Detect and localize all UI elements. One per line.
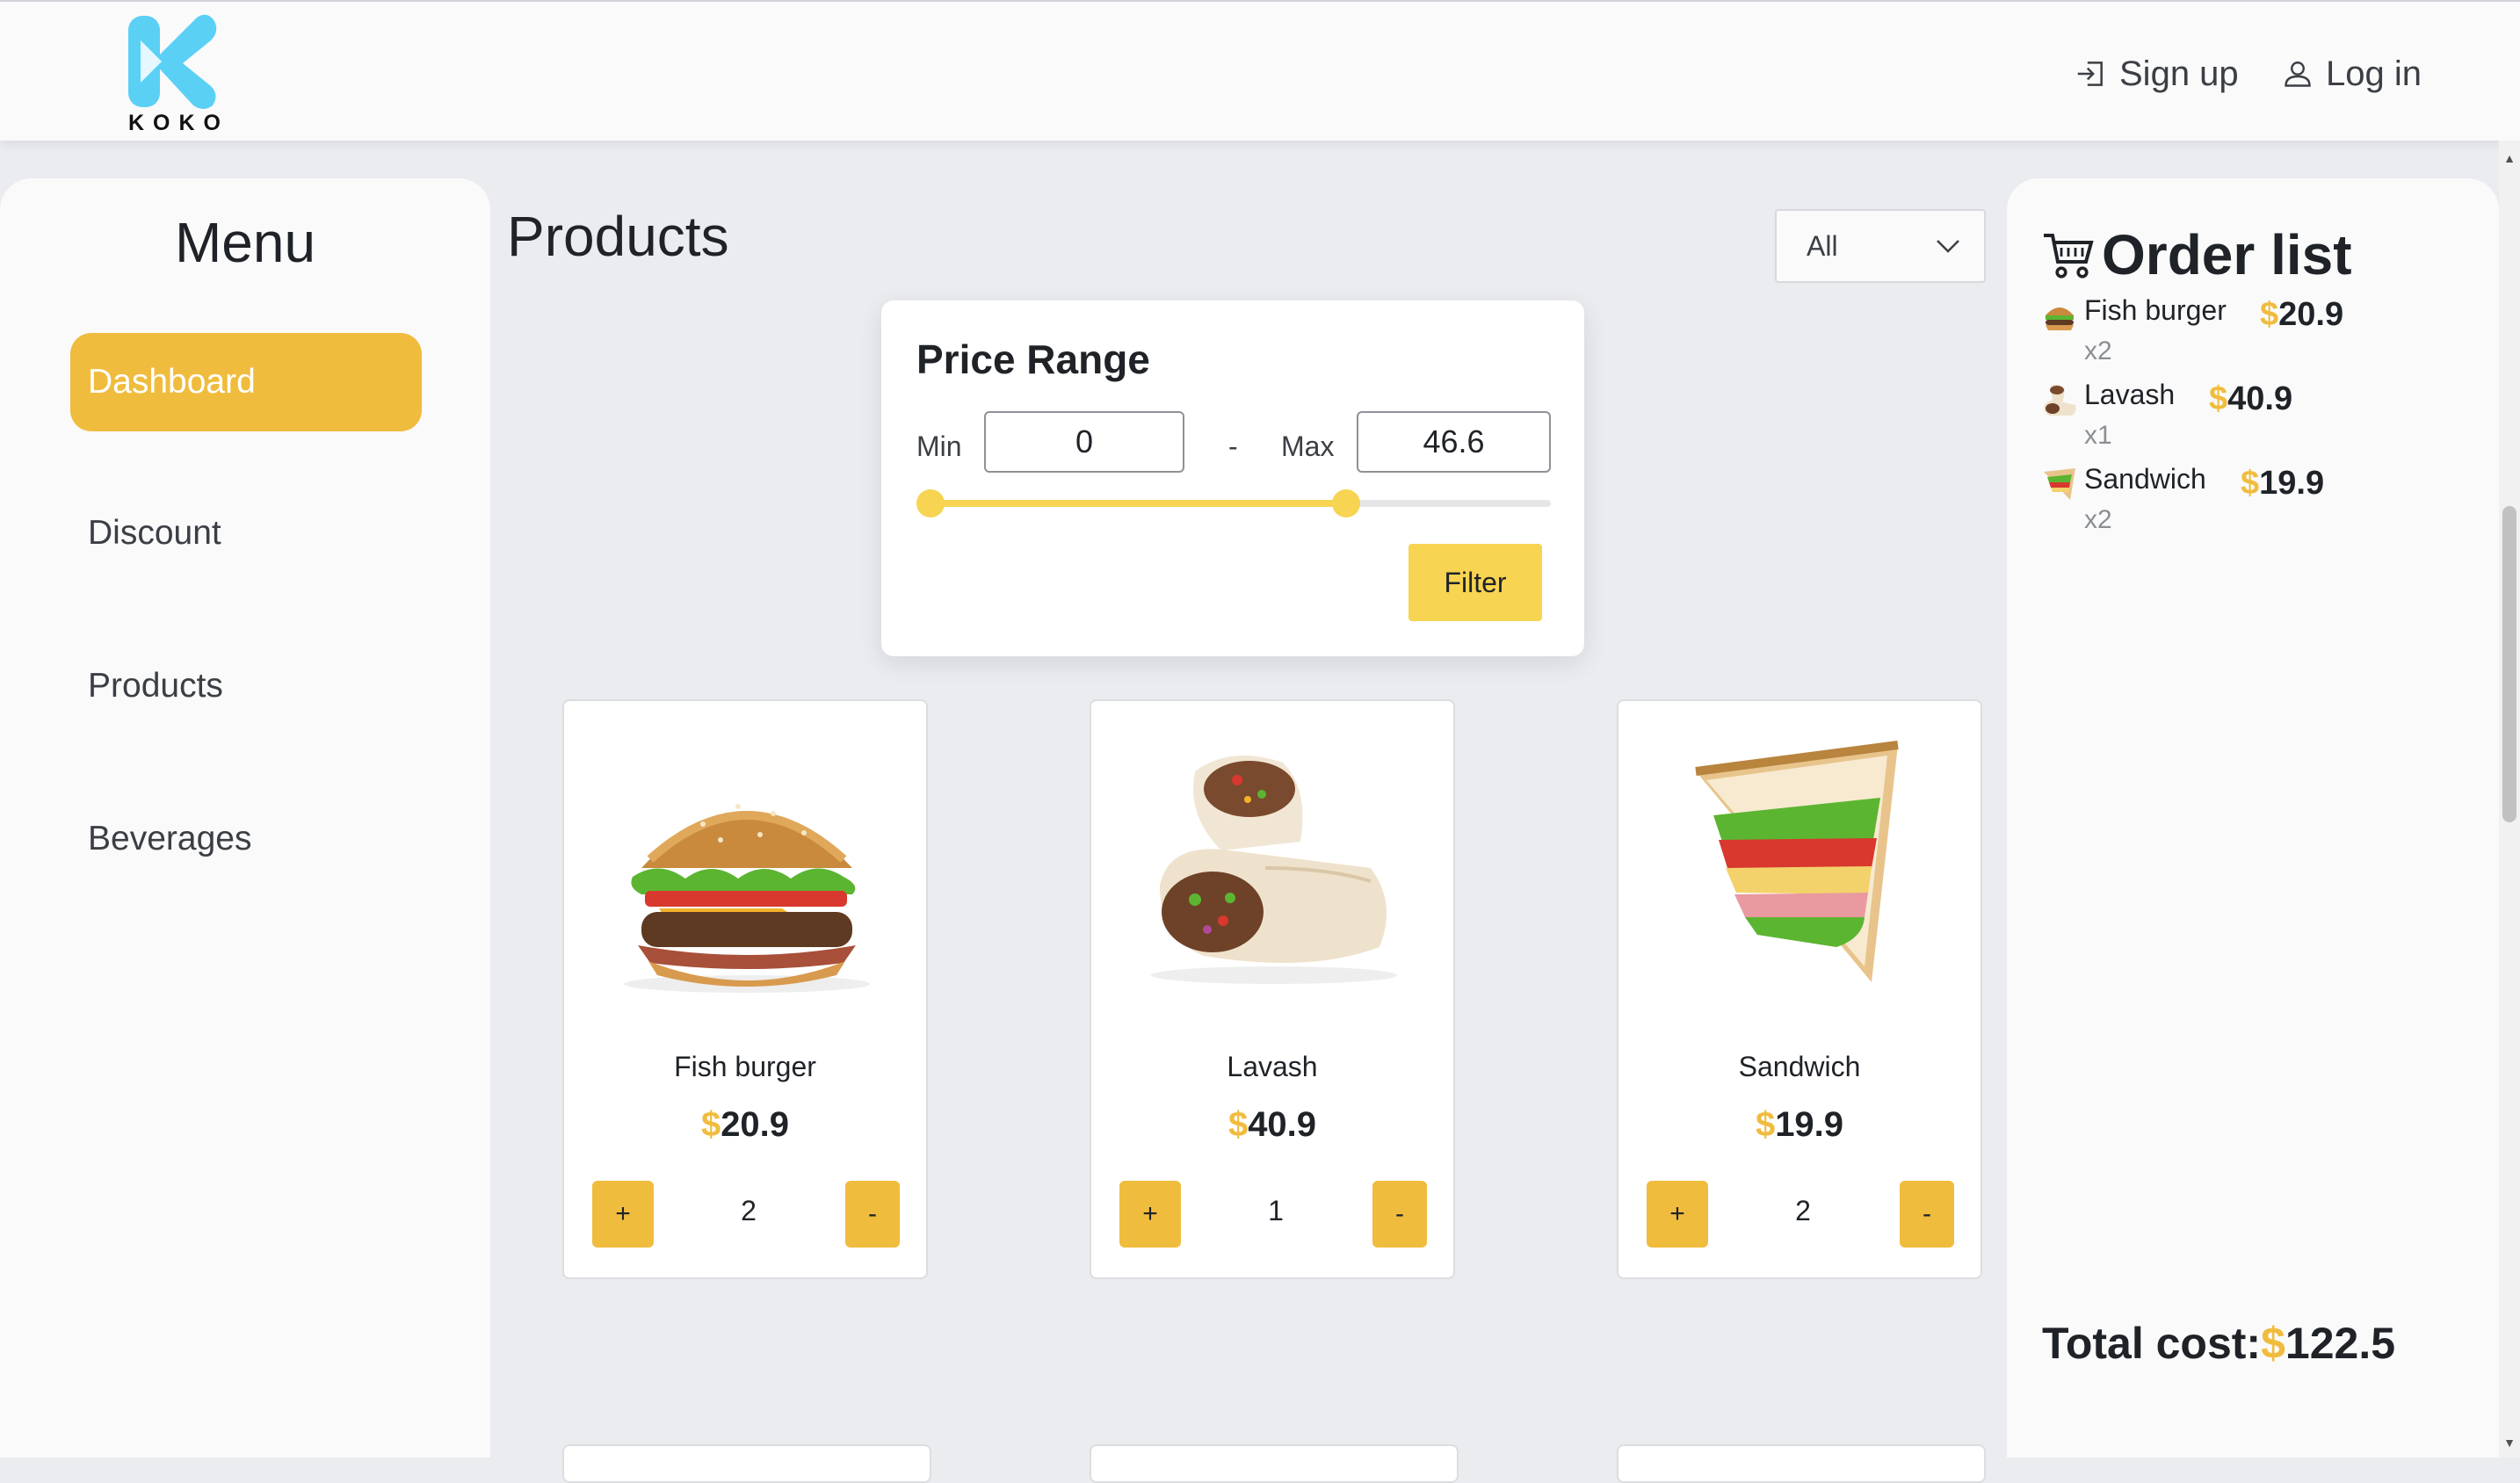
price-slider-min-handle[interactable] [916,489,945,517]
total-cost-value: 122.5 [2285,1319,2396,1368]
burger-thumbnail [2046,307,2074,330]
sign-in-icon [2077,61,2103,86]
product-price: $19.9 [1618,1105,1981,1145]
order-item-name: Fish burger [2084,294,2227,326]
total-cost: Total cost:$122.5 [2042,1318,2395,1369]
order-list-title: Order list [2102,223,2352,286]
currency-symbol: $ [2241,465,2260,502]
sidebar-item-products[interactable]: Products [70,637,422,735]
min-price-input[interactable] [984,411,1184,473]
product-card: Lavash $40.9 + 1 - [1090,699,1455,1279]
user-icon [2285,61,2311,87]
category-select[interactable]: All [1775,209,1986,283]
price-value: 40.9 [1248,1105,1317,1144]
sign-up-link[interactable]: Sign up [2074,47,2239,100]
price-range-title: Price Range [916,336,1150,382]
shopping-cart-icon [2044,234,2094,279]
koko-logo[interactable]: KOKO [128,14,227,137]
koko-logo-icon [128,14,217,109]
scrollbar-thumb[interactable] [2502,506,2516,822]
min-label: Min [916,430,962,462]
currency-symbol: $ [700,1105,721,1144]
order-item-price: $19.9 [2241,465,2324,503]
product-name: Lavash [1227,1051,1318,1082]
order-item-quantity: x2 [2084,505,2112,534]
sandwich-thumbnail [2044,468,2075,500]
max-price-input[interactable] [1357,411,1551,473]
page-title: Products [507,205,729,268]
logo-text: KOKO [128,111,229,135]
price-slider-max-handle[interactable] [1332,489,1361,517]
currency-symbol: $ [1227,1105,1249,1144]
product-card-partial [562,1444,931,1483]
order-item-quantity: x2 [2084,336,2112,365]
order-item-price: $20.9 [2260,296,2343,334]
order-item-price: $40.9 [2209,380,2292,418]
quantity-value: 2 [1795,1195,1811,1226]
currency-symbol: $ [1755,1105,1776,1144]
order-item: Lavash $40.9 x1 [2042,379,2481,463]
price-value: 20.9 [721,1105,790,1144]
order-item-quantity: x1 [2084,421,2112,450]
sidebar-item-discount[interactable]: Discount [70,484,422,582]
order-item-name: Lavash [2084,379,2176,410]
decrease-quantity-button[interactable]: - [1372,1181,1427,1248]
sidebar-item-beverages[interactable]: Beverages [70,790,422,888]
product-card: Sandwich $19.9 + 2 - [1617,699,1982,1279]
sidebar-menu: Menu Dashboard Discount Products Beverag… [0,178,490,1458]
increase-quantity-button[interactable]: + [1119,1181,1181,1248]
order-item: Sandwich $19.9 x2 [2042,463,2481,547]
product-name: Fish burger [674,1051,816,1082]
price-value: 40.9 [2227,380,2293,417]
category-select-value: All [1807,229,1838,262]
order-item-name: Sandwich [2084,463,2206,495]
chevron-down-icon [1937,240,1959,253]
increase-quantity-button[interactable]: + [1647,1181,1708,1248]
product-card: Fish burger $20.9 + 2 - [562,699,928,1279]
product-name: Sandwich [1738,1051,1861,1082]
product-price: $40.9 [1091,1105,1453,1145]
quantity-value: 1 [1268,1195,1284,1226]
price-range-panel: Price Range Min - Max Filter [881,300,1584,656]
order-list-header: Order list [2042,222,2352,287]
decrease-quantity-button[interactable]: - [845,1181,900,1248]
product-card-partial [1617,1444,1986,1483]
page-scrollbar[interactable]: ▲ ▼ [2499,141,2520,1458]
order-item: Fish burger $20.9 x2 [2042,294,2481,379]
price-slider-range [931,500,1347,507]
log-in-label: Log in [2326,54,2422,93]
sidebar-item-dashboard[interactable]: Dashboard [70,333,422,431]
increase-quantity-button[interactable]: + [592,1181,654,1248]
wrap-thumbnail [2044,384,2076,416]
menu-title: Menu [174,211,316,274]
price-value: 19.9 [1775,1105,1844,1144]
decrease-quantity-button[interactable]: - [1900,1181,1954,1248]
product-price: $20.9 [564,1105,926,1145]
filter-button[interactable]: Filter [1408,544,1542,621]
sign-up-label: Sign up [2119,54,2239,93]
scroll-up-icon[interactable]: ▲ [2499,151,2520,165]
sandwich-image [1695,741,1899,982]
currency-symbol: $ [2209,380,2228,417]
range-separator: - [1228,430,1238,462]
wrap-image [1151,756,1397,984]
max-label: Max [1281,430,1335,462]
order-list-panel: Order list Fish burger $20.9 x2 Lavash $… [2007,178,2499,1458]
log-in-link[interactable]: Log in [2282,47,2422,100]
price-value: 19.9 [2259,465,2325,502]
currency-symbol: $ [2260,296,2279,333]
price-value: 20.9 [2278,296,2344,333]
top-header: KOKO Sign up Log in [0,0,2520,141]
currency-symbol: $ [2261,1319,2285,1368]
product-card-partial [1090,1444,1459,1483]
total-cost-label: Total cost: [2042,1319,2262,1368]
burger-image [624,804,870,993]
scroll-down-icon[interactable]: ▼ [2499,1436,2520,1450]
quantity-value: 2 [741,1195,757,1226]
